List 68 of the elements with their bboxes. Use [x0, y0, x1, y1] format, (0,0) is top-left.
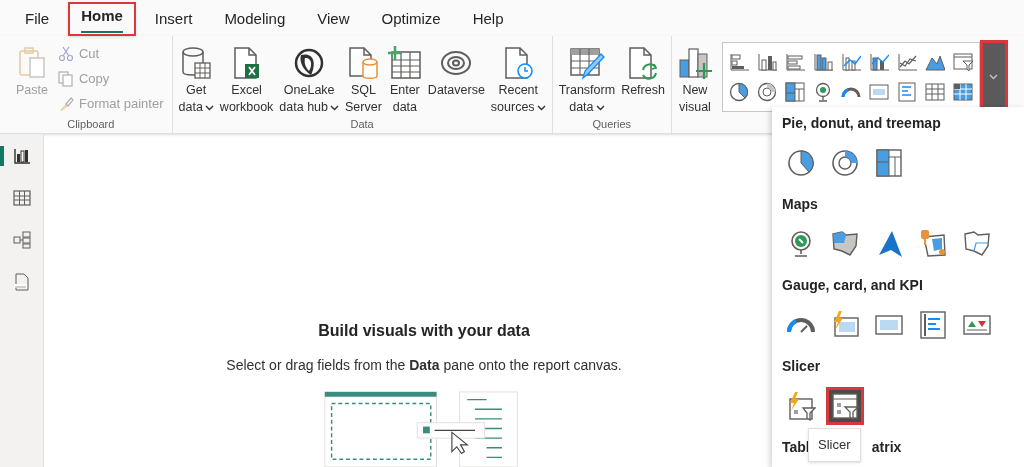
line-stacked-column-chart-icon	[868, 52, 889, 72]
matrix-icon	[952, 82, 973, 102]
clustered-column-chart-icon	[812, 52, 833, 72]
treemap-icon	[784, 82, 805, 102]
canvas-title: Build visuals with your data	[318, 321, 530, 341]
database-file-icon	[347, 46, 380, 80]
section-title: Maps	[782, 195, 819, 214]
ribbon-button[interactable]: OneLake data hub	[277, 36, 342, 116]
treemap-icon	[874, 148, 904, 178]
line-chart-icon	[896, 52, 917, 72]
visual-type-button[interactable]	[826, 387, 864, 425]
line-column-chart-icon	[840, 52, 861, 72]
database-table-icon	[180, 46, 213, 80]
menu-tab[interactable]: View	[304, 2, 363, 36]
ribbon-button[interactable]: Get data	[176, 36, 216, 116]
ribbon-button[interactable]: Dataverse	[425, 36, 487, 116]
section-title: atrix	[871, 438, 902, 457]
donut-chart-icon	[830, 148, 860, 178]
bar-chart-plus-icon	[677, 46, 712, 80]
group-label: Clipboard	[67, 117, 115, 132]
funnel-card-icon	[952, 52, 973, 72]
ribbon-button[interactable]: SQL Server	[343, 36, 384, 116]
table-plus-icon	[387, 46, 422, 80]
multi-row-card-icon	[896, 82, 917, 102]
menu-tab[interactable]: Help	[459, 2, 517, 36]
multi-row-card-icon	[918, 310, 948, 340]
canvas-subtitle: Select or drag fields from the Data pane onto the report canvas.	[226, 356, 622, 375]
outline-map-icon	[962, 229, 992, 259]
ribbon-button[interactable]: Transform data	[556, 36, 618, 116]
table-icon	[12, 189, 31, 207]
menu-tab[interactable]: File	[12, 2, 63, 36]
chevron-down-icon	[989, 74, 999, 80]
ribbon-button[interactable]: Recent sources	[488, 36, 548, 116]
copy-icon	[57, 70, 74, 87]
stacked-bar-chart-icon	[728, 52, 749, 72]
ribbon-button[interactable]: Refresh	[619, 36, 667, 116]
tooltip: Slicer	[808, 428, 861, 462]
section-title: Slicer	[782, 357, 822, 376]
donut-chart-icon	[756, 82, 777, 102]
filled-map-icon	[830, 229, 860, 259]
ribbon-button[interactable]: New visual	[675, 36, 714, 116]
scissors-icon	[57, 45, 74, 62]
bar-chart-icon	[12, 147, 31, 165]
menu-tab[interactable]: Home	[68, 2, 136, 36]
stacked-column-chart-icon	[756, 52, 777, 72]
lightning-slicer-icon	[786, 391, 816, 421]
ribbon-button[interactable]: Excel workbook	[217, 36, 276, 116]
group-label: Queries	[592, 117, 632, 132]
menu-tab[interactable]: Modeling	[211, 2, 299, 36]
group-label: Data	[350, 117, 374, 132]
menu-tab[interactable]: Insert	[141, 2, 206, 36]
tab-underline	[81, 30, 123, 33]
ribbon-button[interactable]: Enter data	[385, 36, 424, 116]
table-pencil-icon	[568, 46, 605, 80]
pie-chart-icon	[786, 148, 816, 178]
model-icon	[12, 231, 31, 249]
pie-chart-icon	[728, 82, 749, 102]
file-clock-icon	[502, 46, 535, 80]
pin-map-icon	[918, 229, 948, 259]
file-refresh-icon	[627, 46, 659, 80]
clustered-bar-chart-icon	[784, 52, 805, 72]
number-card-icon	[868, 82, 889, 102]
menu-tab[interactable]: Optimize	[368, 2, 454, 36]
section-title: Gauge, card, and KPI	[782, 276, 924, 295]
slicer-icon	[830, 391, 860, 421]
clipboard-icon	[17, 46, 47, 80]
table-icon	[924, 82, 945, 102]
section-title: Pie, donut, and treemap	[782, 114, 942, 133]
